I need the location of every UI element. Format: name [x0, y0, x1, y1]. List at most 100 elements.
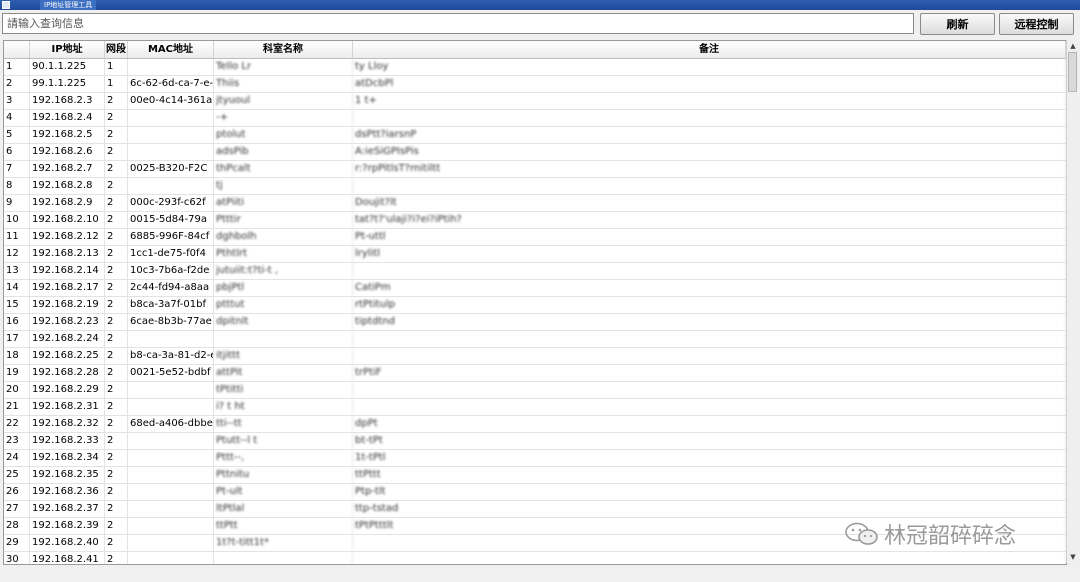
mac-cell[interactable]: 10c3-7b6a-f2de — [128, 263, 214, 279]
mac-cell[interactable] — [128, 144, 214, 160]
column-header-ip[interactable]: IP地址 — [30, 41, 105, 58]
row-index[interactable]: 29 — [4, 535, 30, 551]
department-cell[interactable]: Pttt--, — [214, 450, 353, 466]
mac-cell[interactable] — [128, 484, 214, 500]
segment-cell[interactable]: 2 — [105, 93, 128, 109]
note-cell[interactable] — [353, 552, 1066, 564]
row-index[interactable]: 25 — [4, 467, 30, 483]
column-header-mac[interactable]: MAC地址 — [128, 41, 214, 58]
mac-cell[interactable] — [128, 450, 214, 466]
ip-cell[interactable]: 192.168.2.41 — [30, 552, 105, 564]
mac-cell[interactable]: 68ed-a406-dbbe — [128, 416, 214, 432]
department-cell[interactable]: itjittt — [214, 348, 353, 364]
row-index[interactable]: 1 — [4, 59, 30, 75]
row-index[interactable]: 4 — [4, 110, 30, 126]
segment-cell[interactable]: 2 — [105, 314, 128, 330]
note-cell[interactable] — [353, 382, 1066, 398]
ip-cell[interactable]: 90.1.1.225 — [30, 59, 105, 75]
table-row[interactable]: 22 192.168.2.32 2 68ed-a406-dbbe tti--tt dpPt — [4, 416, 1066, 433]
table-row[interactable]: 24 192.168.2.34 2 Pttt--, 1t-tPtl — [4, 450, 1066, 467]
ip-cell[interactable]: 192.168.2.13 — [30, 246, 105, 262]
segment-cell[interactable]: 2 — [105, 144, 128, 160]
segment-cell[interactable]: 2 — [105, 399, 128, 415]
segment-cell[interactable]: 2 — [105, 110, 128, 126]
segment-cell[interactable]: 2 — [105, 484, 128, 500]
note-cell[interactable]: atDcbPl — [353, 76, 1066, 92]
mac-cell[interactable] — [128, 501, 214, 517]
vertical-scrollbar[interactable]: ▲ ▼ — [1066, 40, 1078, 563]
department-cell[interactable]: -+ — [214, 110, 353, 126]
ip-cell[interactable]: 192.168.2.10 — [30, 212, 105, 228]
department-cell[interactable]: ptttut — [214, 297, 353, 313]
table-row[interactable]: 21 192.168.2.31 2 i? t ht — [4, 399, 1066, 416]
table-row[interactable]: 30 192.168.2.41 2 — [4, 552, 1066, 564]
mac-cell[interactable]: 6c-62-6d-ca-7-e-7 — [128, 76, 214, 92]
row-index[interactable]: 15 — [4, 297, 30, 313]
segment-cell[interactable]: 2 — [105, 501, 128, 517]
ip-cell[interactable]: 192.168.2.19 — [30, 297, 105, 313]
row-index[interactable]: 24 — [4, 450, 30, 466]
department-cell[interactable]: pbjPtl — [214, 280, 353, 296]
mac-cell[interactable]: 0015-5d84-79a — [128, 212, 214, 228]
row-index[interactable]: 20 — [4, 382, 30, 398]
ip-cell[interactable]: 192.168.2.12 — [30, 229, 105, 245]
table-row[interactable]: 7 192.168.2.7 2 0025-B320-F2C thPcalt r:?rpPi… — [4, 161, 1066, 178]
segment-cell[interactable]: 2 — [105, 348, 128, 364]
row-index[interactable]: 13 — [4, 263, 30, 279]
mac-cell[interactable] — [128, 127, 214, 143]
note-cell[interactable]: ttPttt — [353, 467, 1066, 483]
note-cell[interactable] — [353, 263, 1066, 279]
segment-cell[interactable]: 2 — [105, 246, 128, 262]
ip-cell[interactable]: 192.168.2.32 — [30, 416, 105, 432]
mac-cell[interactable]: b8ca-3a7f-01bf — [128, 297, 214, 313]
department-cell[interactable]: ptolut — [214, 127, 353, 143]
row-index[interactable]: 10 — [4, 212, 30, 228]
row-index[interactable]: 30 — [4, 552, 30, 564]
ip-cell[interactable]: 192.168.2.3 — [30, 93, 105, 109]
department-cell[interactable]: jutuiit:t?ti-t , — [214, 263, 353, 279]
table-row[interactable]: 17 192.168.2.24 2 — [4, 331, 1066, 348]
column-header-index[interactable] — [4, 41, 30, 58]
note-cell[interactable]: rtPtitulp — [353, 297, 1066, 313]
mac-cell[interactable] — [128, 178, 214, 194]
segment-cell[interactable]: 2 — [105, 178, 128, 194]
note-cell[interactable]: tiptdtnd — [353, 314, 1066, 330]
table-row[interactable]: 27 192.168.2.37 2 ltPtlal ttp-tstad — [4, 501, 1066, 518]
mac-cell[interactable] — [128, 433, 214, 449]
ip-cell[interactable]: 99.1.1.225 — [30, 76, 105, 92]
note-cell[interactable] — [353, 110, 1066, 126]
department-cell[interactable] — [214, 331, 353, 347]
mac-cell[interactable]: 1cc1-de75-f0f4 — [128, 246, 214, 262]
department-cell[interactable]: jtyuoul — [214, 93, 353, 109]
segment-cell[interactable]: 2 — [105, 280, 128, 296]
ip-cell[interactable]: 192.168.2.35 — [30, 467, 105, 483]
row-index[interactable]: 18 — [4, 348, 30, 364]
remote-control-button[interactable]: 远程控制 — [999, 13, 1074, 35]
table-row[interactable]: 10 192.168.2.10 2 0015-5d84-79a Ptttir tat?t?… — [4, 212, 1066, 229]
segment-cell[interactable]: 1 — [105, 59, 128, 75]
segment-cell[interactable]: 2 — [105, 450, 128, 466]
department-cell[interactable]: 1t?t-titt1t* — [214, 535, 353, 551]
segment-cell[interactable]: 2 — [105, 161, 128, 177]
note-cell[interactable]: CatiPm — [353, 280, 1066, 296]
row-index[interactable]: 6 — [4, 144, 30, 160]
ip-cell[interactable]: 192.168.2.34 — [30, 450, 105, 466]
department-cell[interactable]: Pttnitu — [214, 467, 353, 483]
row-index[interactable]: 16 — [4, 314, 30, 330]
table-row[interactable]: 19 192.168.2.28 2 0021-5e52-bdbf attPit trPti… — [4, 365, 1066, 382]
row-index[interactable]: 26 — [4, 484, 30, 500]
ip-cell[interactable]: 192.168.2.17 — [30, 280, 105, 296]
segment-cell[interactable]: 2 — [105, 229, 128, 245]
table-row[interactable]: 13 192.168.2.14 2 10c3-7b6a-f2de jutuiit:t?t… — [4, 263, 1066, 280]
department-cell[interactable]: Tello Lr — [214, 59, 353, 75]
department-cell[interactable]: tPtitti — [214, 382, 353, 398]
department-cell[interactable] — [214, 552, 353, 564]
mac-cell[interactable] — [128, 399, 214, 415]
department-cell[interactable]: atPiiti — [214, 195, 353, 211]
note-cell[interactable]: tat?t?'ulaji?i?ei?iPtih? — [353, 212, 1066, 228]
table-row[interactable]: 11 192.168.2.12 2 6885-996F-84cf dghbolh Pt-u… — [4, 229, 1066, 246]
table-row[interactable]: 5 192.168.2.5 2 ptolut dsPtt?iarsnP — [4, 127, 1066, 144]
department-cell[interactable]: Thiis — [214, 76, 353, 92]
ip-cell[interactable]: 192.168.2.33 — [30, 433, 105, 449]
segment-cell[interactable]: 2 — [105, 331, 128, 347]
